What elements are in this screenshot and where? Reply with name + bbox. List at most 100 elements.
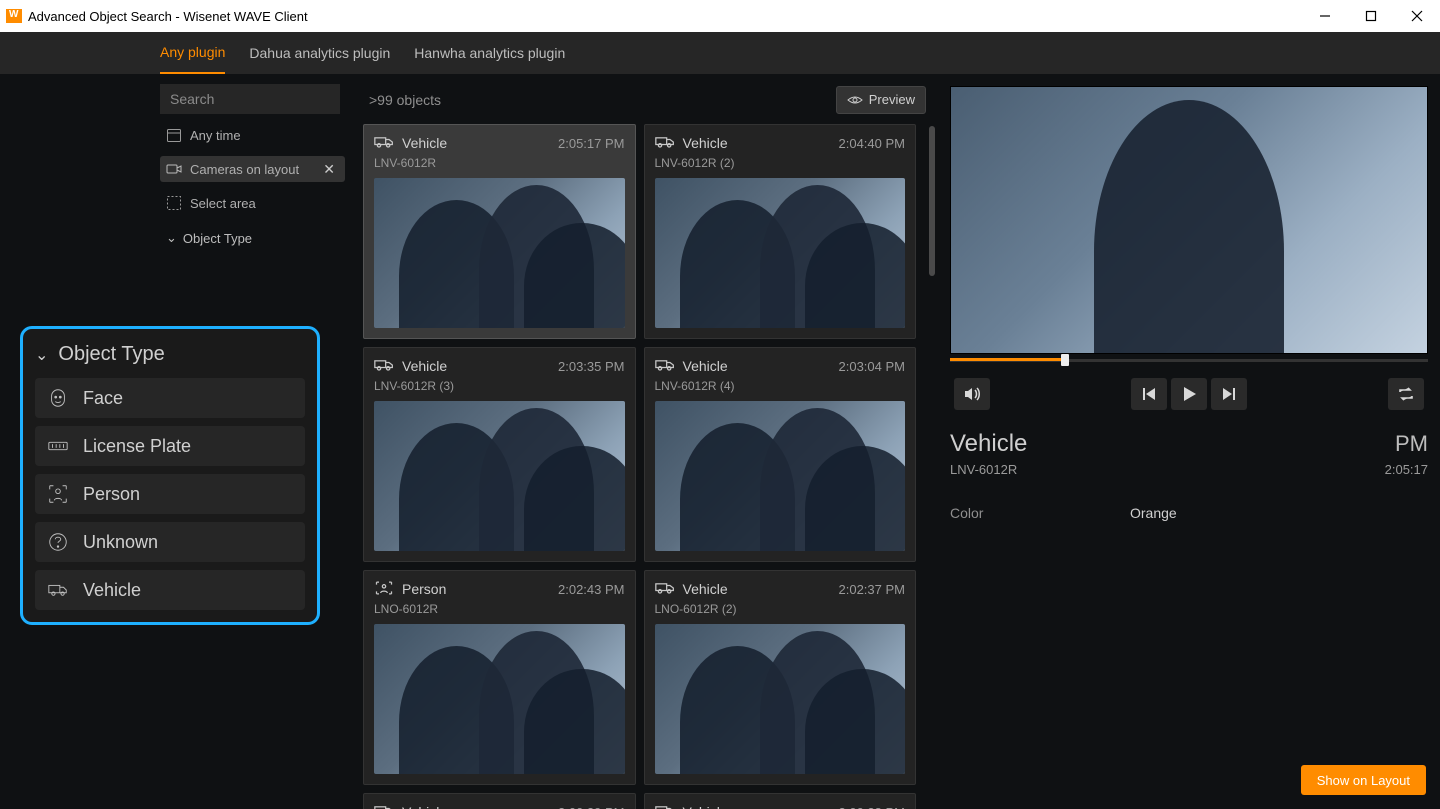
result-card[interactable]: Vehicle2:00:28 PMLNO-6012R (4) [644, 793, 917, 809]
card-time: 2:02:37 PM [839, 582, 906, 597]
calendar-icon [166, 127, 182, 143]
play-button[interactable] [1171, 378, 1207, 410]
camera-icon [166, 161, 182, 177]
preview-progress[interactable] [950, 354, 1428, 366]
vehicle-icon [655, 804, 675, 809]
app-icon [6, 9, 22, 23]
window-maximize-button[interactable] [1348, 0, 1394, 32]
window-minimize-button[interactable] [1302, 0, 1348, 32]
window-titlebar: Advanced Object Search - Wisenet WAVE Cl… [0, 0, 1440, 32]
filter-select-area-label: Select area [190, 196, 256, 211]
preview-title: Vehicle [950, 430, 1027, 458]
card-thumbnail [374, 624, 625, 774]
preview-toggle-button[interactable]: Preview [836, 86, 926, 114]
card-camera: LNO-6012R (2) [655, 602, 906, 616]
card-thumbnail [655, 401, 906, 551]
result-card[interactable]: Vehicle2:00:29 PMLNO-6012R (3) [363, 793, 636, 809]
object-type-license-plate[interactable]: License Plate [35, 426, 305, 466]
card-type: Vehicle [683, 358, 728, 374]
volume-button[interactable] [954, 378, 990, 410]
window-close-button[interactable] [1394, 0, 1440, 32]
loop-icon [1397, 385, 1415, 403]
result-card[interactable]: Vehicle2:05:17 PMLNV-6012R [363, 124, 636, 339]
person-icon [374, 581, 394, 598]
card-thumbnail [655, 624, 906, 774]
tab-hanwha-plugin[interactable]: Hanwha analytics plugin [414, 33, 565, 73]
card-type: Vehicle [683, 135, 728, 151]
preview-camera: LNV-6012R [950, 462, 1017, 477]
object-type-license-plate-label: License Plate [83, 436, 191, 457]
result-card[interactable]: Person2:02:43 PMLNO-6012R [363, 570, 636, 785]
card-camera: LNV-6012R (4) [655, 379, 906, 393]
card-type: Vehicle [402, 804, 447, 809]
vehicle-icon [374, 358, 394, 375]
eye-icon [847, 94, 863, 106]
attr-value: Orange [1130, 505, 1177, 521]
loop-button[interactable] [1388, 378, 1424, 410]
tab-any-plugin[interactable]: Any plugin [160, 32, 225, 74]
results-panel: >99 objects Preview Vehicle2:05:17 PMLNV… [355, 74, 938, 809]
object-type-unknown[interactable]: Unknown [35, 522, 305, 562]
callout-title: Object Type [58, 343, 164, 366]
select-area-icon [166, 195, 182, 211]
show-on-layout-button[interactable]: Show on Layout [1301, 765, 1426, 795]
preview-meridiem: PM [1395, 431, 1428, 457]
preview-timecode: 2:05:17 [1385, 462, 1428, 477]
play-icon [1180, 385, 1198, 403]
vehicle-icon [655, 135, 675, 152]
next-button[interactable] [1211, 378, 1247, 410]
vehicle-icon [374, 135, 394, 152]
filter-cameras-clear[interactable]: ✕ [319, 161, 339, 178]
filter-anytime[interactable]: Any time [160, 122, 345, 148]
card-thumbnail [655, 178, 906, 328]
object-type-vehicle[interactable]: Vehicle [35, 570, 305, 610]
result-card[interactable]: Vehicle 2:03:04 PM LNV-6012R (4) [644, 347, 917, 562]
skip-prev-icon [1140, 385, 1158, 403]
card-camera: LNV-6012R [374, 156, 625, 170]
attr-key: Color [950, 505, 1130, 521]
card-thumbnail [374, 178, 625, 328]
person-icon [47, 483, 69, 505]
object-type-person-label: Person [83, 484, 140, 505]
card-thumbnail [374, 401, 625, 551]
chevron-down-icon: ⌄ [166, 230, 177, 246]
card-camera: LNV-6012R (2) [655, 156, 906, 170]
result-card[interactable]: Vehicle2:03:35 PMLNV-6012R (3) [363, 347, 636, 562]
object-type-vehicle-label: Vehicle [83, 580, 141, 601]
volume-icon [963, 385, 981, 403]
preview-toggle-label: Preview [869, 92, 915, 107]
preview-progress-handle[interactable] [1061, 354, 1069, 366]
vehicle-icon [655, 358, 675, 375]
object-type-face[interactable]: Face [35, 378, 305, 418]
search-input[interactable] [160, 84, 340, 114]
tab-dahua-plugin[interactable]: Dahua analytics plugin [249, 33, 390, 73]
prev-button[interactable] [1131, 378, 1167, 410]
results-scrollbar[interactable] [929, 126, 935, 276]
filter-cameras-pill[interactable]: Cameras on layout ✕ [160, 156, 345, 182]
card-time: 2:00:28 PM [839, 805, 906, 809]
vehicle-icon [655, 581, 675, 598]
card-camera: LNV-6012R (3) [374, 379, 625, 393]
skip-next-icon [1220, 385, 1238, 403]
card-type: Person [402, 581, 446, 597]
vehicle-icon [374, 804, 394, 809]
filter-select-area[interactable]: Select area [160, 190, 345, 216]
result-card[interactable]: Vehicle2:02:37 PMLNO-6012R (2) [644, 570, 917, 785]
card-time: 2:00:29 PM [558, 805, 625, 809]
preview-progress-fill [950, 358, 1065, 361]
object-type-unknown-label: Unknown [83, 532, 158, 553]
results-count: >99 objects [363, 92, 441, 108]
result-card[interactable]: Vehicle 2:04:40 PM LNV-6012R (2) [644, 124, 917, 339]
card-time: 2:02:43 PM [558, 582, 625, 597]
section-object-type[interactable]: ⌄ Object Type [160, 224, 345, 252]
card-type: Vehicle [683, 804, 728, 809]
card-time: 2:04:40 PM [839, 136, 906, 151]
window-title: Advanced Object Search - Wisenet WAVE Cl… [28, 9, 308, 24]
unknown-icon [47, 531, 69, 553]
preview-video[interactable] [950, 86, 1428, 354]
object-type-person[interactable]: Person [35, 474, 305, 514]
section-object-type-label: Object Type [183, 231, 252, 246]
vehicle-icon [47, 579, 69, 601]
object-type-face-label: Face [83, 388, 123, 409]
card-time: 2:03:04 PM [839, 359, 906, 374]
